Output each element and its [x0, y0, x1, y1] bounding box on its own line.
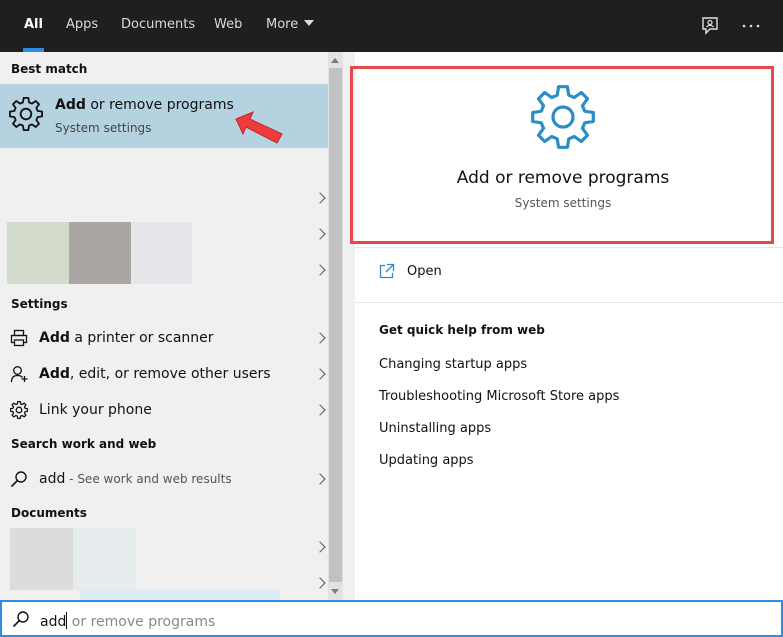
best-match-title: Add or remove programs [55, 97, 234, 113]
chevron-right-icon[interactable] [314, 264, 326, 276]
printer-icon [10, 329, 28, 347]
web-search-result[interactable]: add - See work and web results [0, 461, 328, 497]
search-box[interactable]: add or remove programs [0, 600, 783, 637]
list-item[interactable] [0, 216, 328, 252]
open-action[interactable]: Open [355, 257, 783, 285]
scroll-down-icon[interactable] [331, 589, 339, 594]
help-link[interactable]: Updating apps [379, 453, 474, 468]
settings-item-link-phone[interactable]: Link your phone [0, 392, 328, 428]
scroll-thumb[interactable] [329, 68, 342, 582]
best-match-heading: Best match [11, 62, 88, 76]
chevron-right-icon[interactable] [314, 332, 326, 344]
search-icon [12, 611, 29, 628]
list-item[interactable] [0, 180, 328, 216]
open-icon [379, 263, 395, 279]
preview-pane: Add or remove programs System settings O… [350, 52, 783, 600]
search-web-heading: Search work and web [11, 437, 157, 451]
scroll-up-icon[interactable] [331, 58, 339, 63]
help-link[interactable]: Troubleshooting Microsoft Store apps [379, 389, 619, 404]
tab-apps[interactable]: Apps [66, 0, 98, 52]
help-link[interactable]: Uninstalling apps [379, 421, 491, 436]
search-scope-bar: All Apps Documents Web More [0, 0, 783, 52]
quick-help-heading: Get quick help from web [379, 323, 545, 337]
divider [355, 247, 783, 248]
tab-more[interactable]: More [266, 0, 315, 52]
gear-icon [10, 401, 28, 419]
tab-all[interactable]: All [23, 0, 44, 52]
list-item [80, 590, 280, 600]
annotation-arrow-icon [235, 111, 283, 144]
feedback-icon[interactable] [699, 15, 721, 37]
list-item[interactable] [0, 529, 328, 565]
settings-item-users[interactable]: Add, edit, or remove other users [0, 356, 328, 392]
divider [355, 302, 783, 303]
preview-header: Add or remove programs System settings [350, 52, 783, 247]
chevron-down-icon [304, 20, 315, 26]
settings-item-printer[interactable]: Add a printer or scanner [0, 320, 328, 356]
documents-heading: Documents [11, 506, 87, 520]
chevron-right-icon[interactable] [314, 541, 326, 553]
chevron-right-icon[interactable] [314, 577, 326, 589]
user-icon [10, 366, 28, 383]
chevron-right-icon[interactable] [314, 368, 326, 380]
chevron-right-icon[interactable] [314, 192, 326, 204]
best-match-subtitle: System settings [55, 121, 152, 135]
search-input[interactable]: add or remove programs [40, 612, 215, 630]
highlight-box [350, 66, 774, 244]
chevron-right-icon[interactable] [314, 473, 326, 485]
list-item[interactable] [0, 252, 328, 288]
gear-icon [9, 97, 43, 131]
results-scrollbar[interactable] [328, 52, 343, 600]
chevron-right-icon[interactable] [314, 228, 326, 240]
chevron-right-icon[interactable] [314, 404, 326, 416]
help-link[interactable]: Changing startup apps [379, 357, 527, 372]
settings-heading: Settings [11, 297, 68, 311]
more-options-icon[interactable] [740, 15, 762, 37]
tab-web[interactable]: Web [214, 0, 242, 52]
search-icon [10, 471, 27, 488]
tab-documents[interactable]: Documents [121, 0, 195, 52]
